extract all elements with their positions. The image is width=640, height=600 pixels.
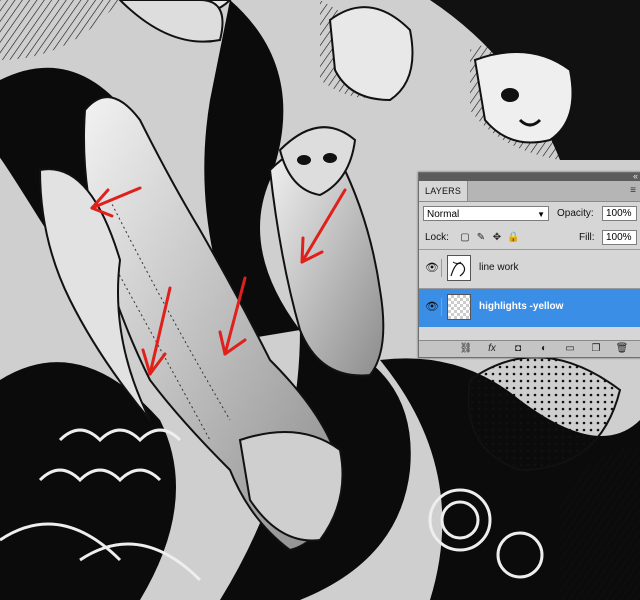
layer-row-highlights-yellow[interactable]: 👁 highlights -yellow	[419, 288, 640, 327]
panel-menu-icon[interactable]: ≡	[630, 185, 636, 196]
layer-row-line-work[interactable]: 👁 line work	[419, 249, 640, 288]
layer-thumbnail	[447, 294, 471, 320]
fill-label: Fill:	[579, 232, 595, 243]
panel-tab-row: LAYERS ≡	[419, 181, 640, 202]
group-folder-icon[interactable]: ▭	[563, 343, 577, 355]
blend-mode-value: Normal	[427, 209, 460, 220]
lock-label: Lock:	[425, 232, 449, 243]
chevron-down-icon: ▼	[537, 210, 545, 219]
layer-name[interactable]: highlights -yellow	[479, 301, 563, 312]
layer-thumbnail	[447, 255, 471, 281]
lock-fill-row: Lock: ▢ ✎ ✥ 🔒 Fill: 100%	[419, 226, 640, 250]
fx-icon[interactable]: fx	[485, 343, 499, 355]
collapse-icon[interactable]: «	[633, 171, 638, 181]
add-mask-icon[interactable]: ◘	[511, 343, 525, 355]
tab-layers[interactable]: LAYERS	[419, 181, 469, 201]
fill-field[interactable]: 100%	[602, 230, 637, 245]
adjustment-layer-icon[interactable]: ◐	[537, 343, 551, 355]
visibility-eye-icon[interactable]: 👁	[423, 259, 442, 277]
link-layers-icon[interactable]: ⛓	[459, 343, 473, 355]
opacity-label: Opacity:	[557, 208, 594, 219]
visibility-eye-icon[interactable]: 👁	[423, 298, 442, 316]
lock-transparent-icon[interactable]: ▢	[459, 231, 471, 244]
layer-name[interactable]: line work	[479, 262, 518, 273]
panel-bottom-toolbar: ⛓ fx ◘ ◐ ▭ ❐ 🗑	[419, 340, 640, 357]
opacity-field[interactable]: 100%	[602, 206, 637, 221]
layers-panel[interactable]: « LAYERS ≡ Normal ▼ Opacity: 100% Lock: …	[418, 171, 640, 358]
lock-position-icon[interactable]: ✥	[491, 231, 503, 244]
blend-opacity-row: Normal ▼ Opacity: 100%	[419, 202, 640, 226]
panel-title-bar[interactable]: «	[419, 171, 640, 181]
blend-mode-select[interactable]: Normal ▼	[423, 206, 549, 221]
lock-all-icon[interactable]: 🔒	[507, 231, 519, 244]
lock-image-icon[interactable]: ✎	[475, 231, 487, 244]
new-layer-icon[interactable]: ❐	[589, 343, 603, 355]
trash-icon[interactable]: 🗑	[615, 343, 629, 355]
